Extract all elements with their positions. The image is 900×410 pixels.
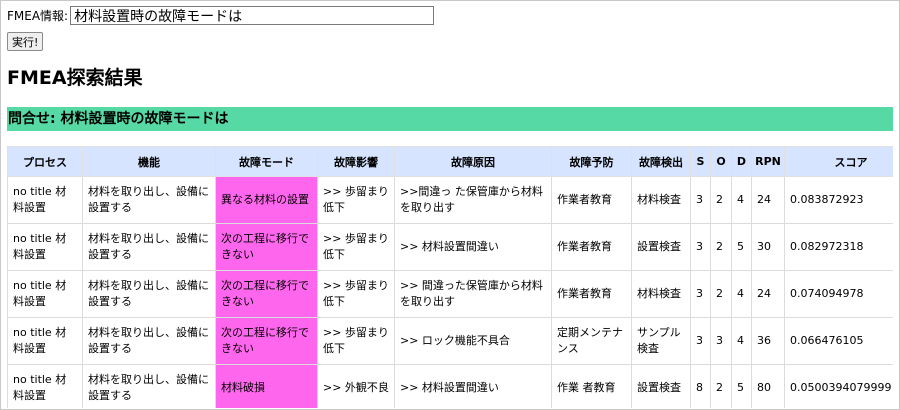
- detection-cell: サンプル検査: [631, 317, 691, 365]
- query-banner: 問合せ: 材料設置時の故障モードは: [7, 107, 893, 131]
- prevention-cell: 作業者教育: [551, 270, 632, 318]
- failure-cause-cell: >>間違っ た保管庫から材料を取り出す: [394, 176, 552, 224]
- failure-cause-cell: >> 材料設置間違い: [394, 364, 552, 408]
- rpn-cell: 24: [751, 270, 785, 318]
- detection-cell: 材料検査: [631, 270, 691, 318]
- table-row: no title 材料設置 材料を取り出し、設備に設置する 次の工程に移行できな…: [7, 317, 893, 365]
- column-header: 故障モード: [215, 146, 318, 177]
- severity-cell: 3: [690, 223, 711, 271]
- function-cell: 材料を取り出し、設備に設置する: [82, 317, 216, 365]
- failure-mode-cell: 次の工程に移行できない: [215, 270, 318, 318]
- results-table: プロセス 機能 故障モード 故障影響 故障原因 故障予防 故障検出 S O D …: [7, 146, 893, 408]
- rpn-cell: 30: [751, 223, 785, 271]
- score-cell: 0.066476105: [784, 317, 893, 365]
- prevention-cell: 作業者教育: [551, 223, 632, 271]
- column-header: 故障影響: [317, 146, 395, 177]
- column-header: RPN: [751, 146, 785, 177]
- run-button[interactable]: 実行!: [7, 32, 44, 51]
- table-header-row: プロセス 機能 故障モード 故障影響 故障原因 故障予防 故障検出 S O D …: [7, 146, 893, 177]
- failure-effect-cell: >> 歩留まり低下: [317, 317, 395, 365]
- column-header: 故障予防: [551, 146, 632, 177]
- column-header: プロセス: [7, 146, 83, 177]
- function-cell: 材料を取り出し、設備に設置する: [82, 176, 216, 224]
- detection-cell: 設置検査: [631, 223, 691, 271]
- detection-cell: 設置検査: [631, 364, 691, 408]
- score-cell: 0.074094978: [784, 270, 893, 318]
- table-row: no title 材料設置 材料を取り出し、設備に設置する 次の工程に移行できな…: [7, 270, 893, 318]
- column-header: 機能: [82, 146, 216, 177]
- query-form: FMEA情報:: [7, 6, 435, 25]
- query-label: FMEA情報:: [7, 9, 69, 23]
- detection-cell: 材料検査: [631, 176, 691, 224]
- severity-cell: 3: [690, 317, 711, 365]
- rpn-cell: 24: [751, 176, 785, 224]
- function-cell: 材料を取り出し、設備に設置する: [82, 364, 216, 408]
- detection-rating-cell: 4: [731, 176, 752, 224]
- prevention-cell: 作業 者教育: [551, 364, 632, 408]
- rpn-cell: 80: [751, 364, 785, 408]
- score-cell: 0.083872923: [784, 176, 893, 224]
- function-cell: 材料を取り出し、設備に設置する: [82, 270, 216, 318]
- severity-cell: 8: [690, 364, 711, 408]
- results-table-container: プロセス 機能 故障モード 故障影響 故障原因 故障予防 故障検出 S O D …: [7, 146, 893, 408]
- detection-rating-cell: 4: [731, 270, 752, 318]
- column-header: S: [690, 146, 711, 177]
- column-header: 故障原因: [394, 146, 552, 177]
- occurrence-cell: 3: [710, 317, 732, 365]
- page-title: FMEA探索結果: [7, 67, 143, 89]
- function-cell: 材料を取り出し、設備に設置する: [82, 223, 216, 271]
- occurrence-cell: 2: [710, 223, 732, 271]
- failure-cause-cell: >> 間違った保管庫から材料を取り出す: [394, 270, 552, 318]
- occurrence-cell: 2: [710, 364, 732, 408]
- score-cell: 0.082972318: [784, 223, 893, 271]
- failure-mode-cell: 異なる材料の設置: [215, 176, 318, 224]
- column-header: 故障検出: [631, 146, 691, 177]
- severity-cell: 3: [690, 176, 711, 224]
- query-input[interactable]: [70, 6, 435, 25]
- occurrence-cell: 2: [710, 176, 732, 224]
- table-row: no title 材料設置 材料を取り出し、設備に設置する 次の工程に移行できな…: [7, 223, 893, 271]
- failure-mode-cell: 次の工程に移行できない: [215, 223, 318, 271]
- detection-rating-cell: 5: [731, 364, 752, 408]
- column-header: スコア: [784, 146, 893, 177]
- process-cell: no title 材料設置: [7, 317, 83, 365]
- column-header: D: [731, 146, 752, 177]
- detection-rating-cell: 5: [731, 223, 752, 271]
- failure-mode-cell: 材料破損: [215, 364, 318, 408]
- process-cell: no title 材料設置: [7, 223, 83, 271]
- severity-cell: 3: [690, 270, 711, 318]
- rpn-cell: 36: [751, 317, 785, 365]
- failure-mode-cell: 次の工程に移行できない: [215, 317, 318, 365]
- failure-effect-cell: >> 外観不良: [317, 364, 395, 408]
- process-cell: no title 材料設置: [7, 364, 83, 408]
- failure-effect-cell: >> 歩留まり低下: [317, 176, 395, 224]
- column-header: O: [710, 146, 732, 177]
- table-row: no title 材料設置 材料を取り出し、設備に設置する 材料破損 >> 外観…: [7, 364, 893, 408]
- process-cell: no title 材料設置: [7, 270, 83, 318]
- page-frame: FMEA情報: 実行! FMEA探索結果 問合せ: 材料設置時の故障モードは プ…: [0, 0, 900, 410]
- failure-cause-cell: >> ロック機能不具合: [394, 317, 552, 365]
- failure-effect-cell: >> 歩留まり低下: [317, 270, 395, 318]
- prevention-cell: 定期メンテナンス: [551, 317, 632, 365]
- process-cell: no title 材料設置: [7, 176, 83, 224]
- occurrence-cell: 2: [710, 270, 732, 318]
- failure-effect-cell: >> 歩留まり低下: [317, 223, 395, 271]
- prevention-cell: 作業者教育: [551, 176, 632, 224]
- score-cell: 0.0500394079999: [784, 364, 893, 408]
- table-row: no title 材料設置 材料を取り出し、設備に設置する 異なる材料の設置 >…: [7, 176, 893, 224]
- failure-cause-cell: >> 材料設置間違い: [394, 223, 552, 271]
- detection-rating-cell: 4: [731, 317, 752, 365]
